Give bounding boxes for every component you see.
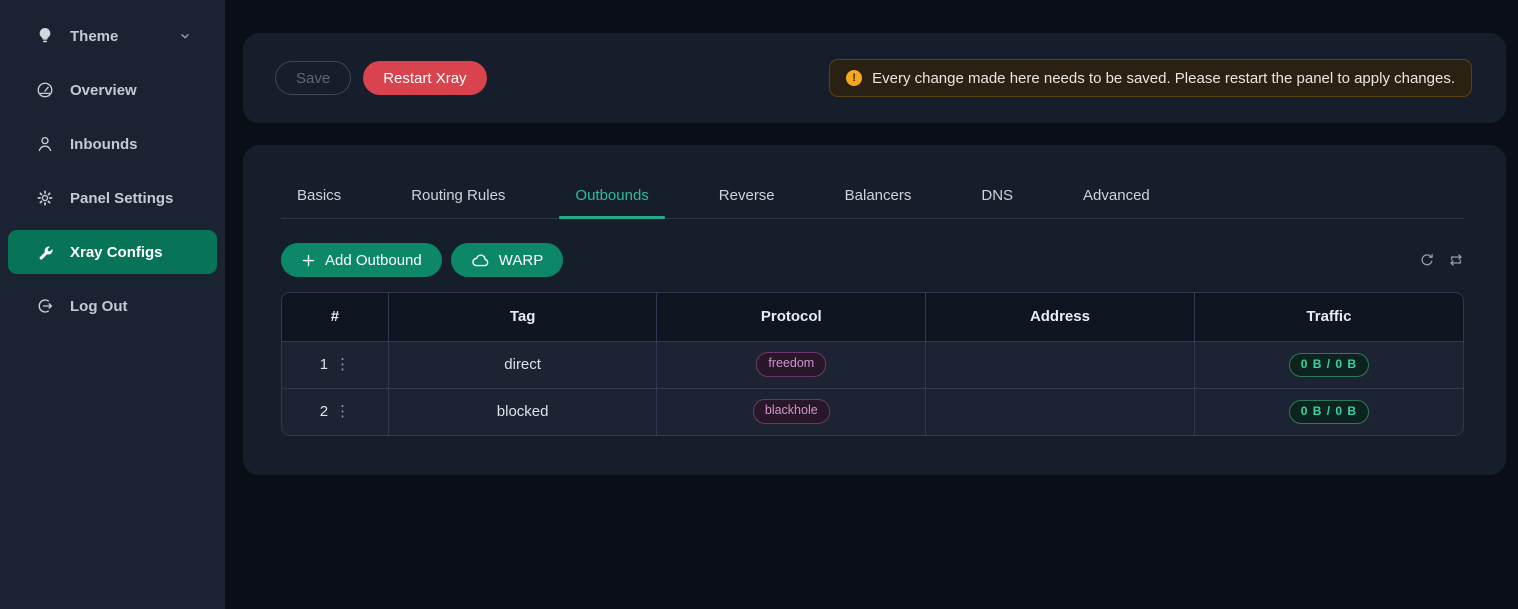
sidebar-item-label: Panel Settings bbox=[70, 190, 173, 207]
column-header-traffic: Traffic bbox=[1194, 293, 1463, 341]
repeat-icon[interactable] bbox=[1448, 252, 1464, 268]
row-index: 1 bbox=[320, 356, 328, 373]
tab-basics[interactable]: Basics bbox=[281, 187, 357, 218]
user-icon bbox=[36, 135, 54, 153]
save-warning-alert: ! Every change made here needs to be sav… bbox=[829, 59, 1472, 97]
sidebar-item-overview[interactable]: Overview bbox=[8, 68, 217, 112]
address-cell bbox=[926, 388, 1195, 435]
refresh-icon[interactable] bbox=[1419, 252, 1435, 268]
address-cell bbox=[926, 341, 1195, 388]
traffic-badge: 0 B / 0 B bbox=[1289, 353, 1369, 377]
traffic-badge: 0 B / 0 B bbox=[1289, 400, 1369, 424]
chevron-down-icon bbox=[179, 30, 191, 42]
tag-cell: direct bbox=[388, 341, 657, 388]
column-header-index: # bbox=[282, 293, 388, 341]
add-outbound-button[interactable]: Add Outbound bbox=[281, 243, 442, 277]
tab-reverse[interactable]: Reverse bbox=[703, 187, 791, 218]
protocol-badge: blackhole bbox=[753, 399, 830, 424]
table-header-row: # Tag Protocol Address Traffic bbox=[282, 293, 1463, 341]
plus-icon bbox=[301, 253, 316, 268]
exclamation-circle-icon: ! bbox=[846, 70, 862, 86]
table-row: 2 ⋮ blocked blackhole 0 B / 0 B bbox=[282, 388, 1463, 435]
wrench-icon bbox=[36, 243, 54, 261]
tab-balancers[interactable]: Balancers bbox=[829, 187, 928, 218]
sidebar-item-label: Xray Configs bbox=[70, 244, 163, 261]
row-menu-icon[interactable]: ⋮ bbox=[335, 357, 350, 372]
tab-routing-rules[interactable]: Routing Rules bbox=[395, 187, 521, 218]
outbounds-table: # Tag Protocol Address Traffic 1 ⋮ bbox=[281, 292, 1464, 436]
dashboard-icon bbox=[36, 81, 54, 99]
sidebar-item-xray-configs[interactable]: Xray Configs bbox=[8, 230, 217, 274]
column-header-tag: Tag bbox=[388, 293, 657, 341]
sidebar-item-label: Log Out bbox=[70, 298, 127, 315]
tab-outbounds[interactable]: Outbounds bbox=[559, 187, 664, 218]
tab-dns[interactable]: DNS bbox=[965, 187, 1029, 218]
table-row: 1 ⋮ direct freedom 0 B / 0 B bbox=[282, 341, 1463, 388]
tag-cell: blocked bbox=[388, 388, 657, 435]
warp-label: WARP bbox=[499, 252, 543, 269]
cloud-icon bbox=[471, 253, 490, 268]
sidebar-item-panel-settings[interactable]: Panel Settings bbox=[8, 176, 217, 220]
protocol-badge: freedom bbox=[756, 352, 826, 377]
config-tabs: Basics Routing Rules Outbounds Reverse B… bbox=[281, 187, 1464, 219]
gear-icon bbox=[36, 189, 54, 207]
sidebar-item-label: Overview bbox=[70, 82, 137, 99]
column-header-address: Address bbox=[926, 293, 1195, 341]
main-content: Save Restart Xray ! Every change made he… bbox=[225, 0, 1518, 609]
xray-config-card: Basics Routing Rules Outbounds Reverse B… bbox=[243, 145, 1506, 475]
sidebar-item-log-out[interactable]: Log Out bbox=[8, 284, 217, 328]
row-index: 2 bbox=[320, 403, 328, 420]
tab-advanced[interactable]: Advanced bbox=[1067, 187, 1166, 218]
sidebar: Theme Overview Inbounds bbox=[0, 0, 225, 609]
logout-icon bbox=[36, 297, 54, 315]
row-menu-icon[interactable]: ⋮ bbox=[335, 404, 350, 419]
sidebar-item-inbounds[interactable]: Inbounds bbox=[8, 122, 217, 166]
restart-xray-button[interactable]: Restart Xray bbox=[363, 61, 486, 95]
alert-text: Every change made here needs to be saved… bbox=[872, 70, 1455, 87]
sidebar-item-label: Theme bbox=[70, 28, 118, 45]
sidebar-item-theme[interactable]: Theme bbox=[8, 14, 217, 58]
outbounds-actions-row: Add Outbound WARP bbox=[281, 243, 1464, 277]
bulb-icon bbox=[36, 27, 54, 45]
save-button[interactable]: Save bbox=[275, 61, 351, 95]
warp-button[interactable]: WARP bbox=[451, 243, 563, 277]
add-outbound-label: Add Outbound bbox=[325, 252, 422, 269]
table-tools bbox=[1419, 252, 1464, 268]
column-header-protocol: Protocol bbox=[657, 293, 926, 341]
toolbar-card: Save Restart Xray ! Every change made he… bbox=[243, 33, 1506, 123]
sidebar-item-label: Inbounds bbox=[70, 136, 138, 153]
